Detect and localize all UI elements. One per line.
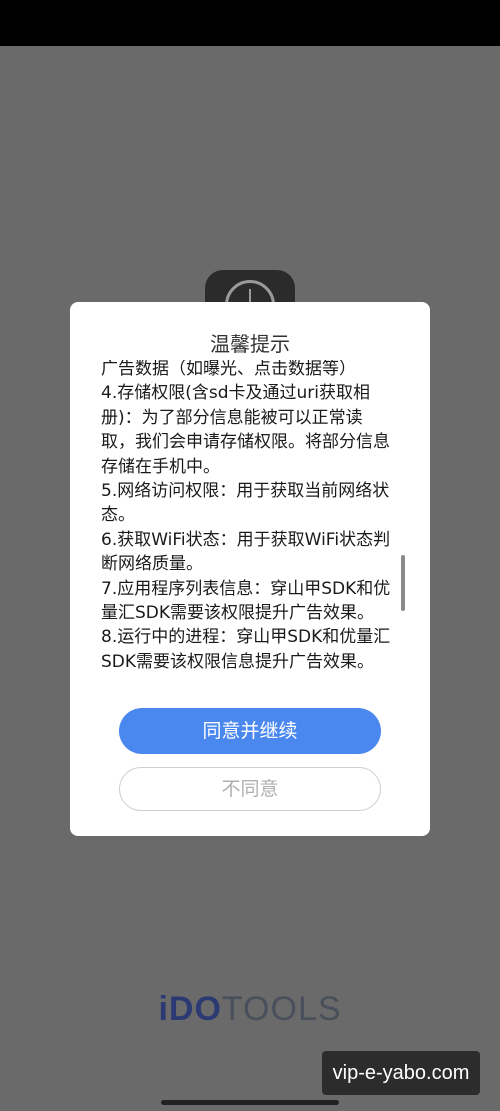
logo-tools: TOOLS [221,990,342,1028]
status-bar [0,0,500,46]
paragraph-wifi-state: 6.获取WiFi状态：用于获取WiFi状态判断网络质量。 [101,529,391,575]
dialog-body[interactable]: 广告数据（如曝光、点击数据等） 4.存储权限(含sd卡及通过uri获取相册)：为… [101,360,391,686]
logo-ido: iDO [158,990,222,1028]
scrollbar[interactable] [401,555,405,611]
dialog-title: 温馨提示 [210,332,290,356]
paragraph-storage-permission: 4.存储权限(含sd卡及通过uri获取相册)：为了部分信息能被可以正常读取，我们… [101,383,390,477]
paragraph-app-list: 7.应用程序列表信息：穿山甲SDK和优量汇SDK需要该权限提升广告效果。 [101,578,391,624]
app-logo: iDOTOOLS [0,990,500,1029]
home-indicator [161,1100,339,1105]
agree-button[interactable]: 同意并继续 [119,708,381,754]
paragraph-network-permission: 5.网络访问权限：用于获取当前网络状态。 [101,481,390,526]
paragraph-ad-data: 广告数据（如曝光、点击数据等） [101,360,356,379]
paragraph-running-process: 8.运行中的进程：穿山甲SDK和优量汇SDK需要该权限信息提升广告效果。 [101,627,391,672]
watermark: vip-e-yabo.com [322,1051,480,1095]
disagree-button[interactable]: 不同意 [119,767,381,811]
privacy-dialog: 温馨提示 广告数据（如曝光、点击数据等） 4.存储权限(含sd卡及通过uri获取… [70,302,430,836]
